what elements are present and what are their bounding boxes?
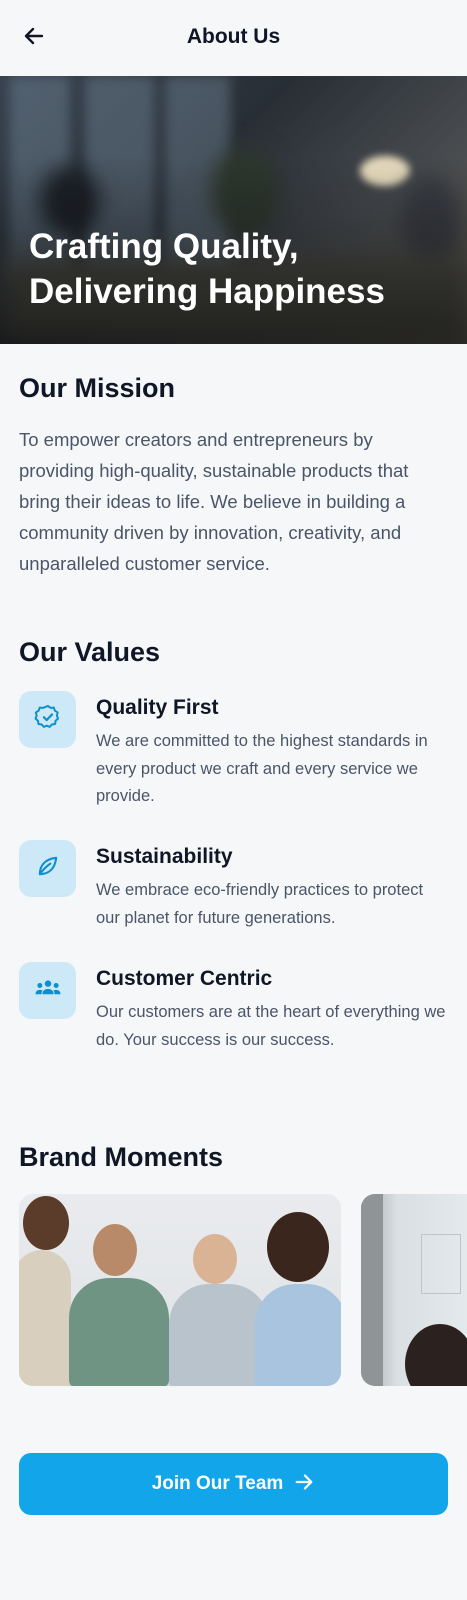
hero-banner: Crafting Quality, Delivering Happiness xyxy=(0,76,467,344)
value-icon-tile-customer xyxy=(19,962,76,1019)
value-icon-tile-sustainability xyxy=(19,840,76,897)
value-title-customer: Customer Centric xyxy=(96,967,273,990)
mission-text: To empower creators and entrepreneurs by… xyxy=(19,429,409,574)
groups-icon xyxy=(33,973,63,1008)
value-desc-sustainability: We embrace eco-friendly practices to pro… xyxy=(96,881,424,927)
value-desc-customer: Our customers are at the heart of everyt… xyxy=(96,1003,446,1049)
arrow-right-icon xyxy=(293,1471,315,1498)
join-our-team-button[interactable]: Join Our Team xyxy=(19,1453,448,1515)
page-title: About Us xyxy=(186,25,281,48)
value-icon-tile-quality xyxy=(19,691,76,748)
brand-moment-photo-office[interactable] xyxy=(361,1194,467,1386)
leaf-icon xyxy=(34,852,62,885)
hero-title: Crafting Quality, Delivering Happiness xyxy=(29,224,449,314)
top-app-bar: About Us xyxy=(0,0,467,76)
moments-heading: Brand Moments xyxy=(19,1142,224,1172)
brand-moment-photo-team[interactable] xyxy=(19,1194,341,1386)
verified-badge-icon xyxy=(34,703,62,736)
values-heading: Our Values xyxy=(19,637,161,667)
join-button-label: Join Our Team xyxy=(151,1473,284,1494)
hero-title-line-2: Delivering Happiness xyxy=(29,272,385,311)
value-title-quality: Quality First xyxy=(96,696,219,719)
mission-heading: Our Mission xyxy=(19,373,176,403)
value-title-sustainability: Sustainability xyxy=(96,845,233,868)
hero-title-line-1: Crafting Quality, xyxy=(29,227,299,266)
value-desc-quality: We are committed to the highest standard… xyxy=(96,732,428,805)
